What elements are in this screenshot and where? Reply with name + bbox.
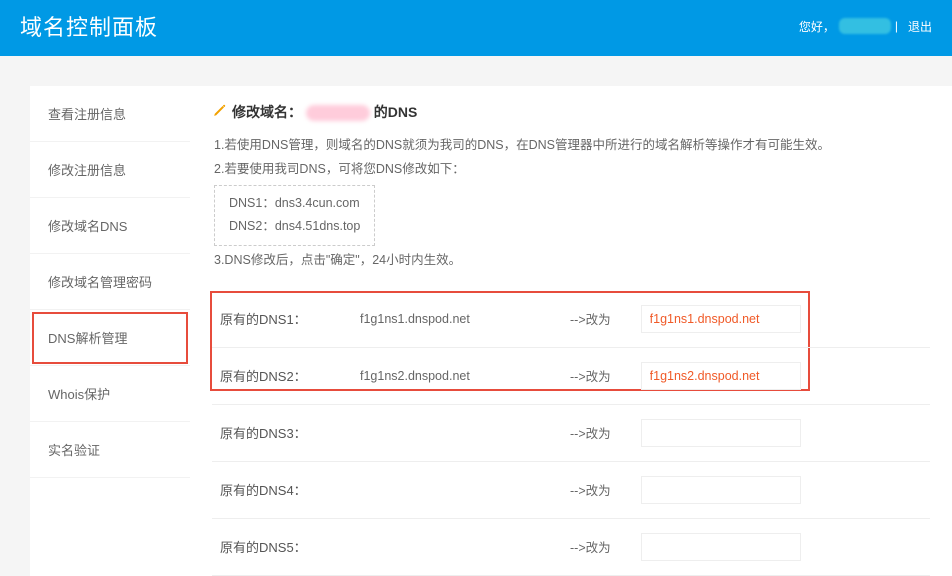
content-title: 修改域名： 的DNS	[232, 102, 417, 122]
pencil-icon	[212, 104, 226, 121]
dns4-label: 原有的DNS4：	[220, 480, 330, 499]
dns2-arrow: -->改为	[570, 366, 611, 385]
divider: |	[895, 19, 898, 33]
dns2-suggest: DNS2：dns4.51dns.top	[229, 215, 360, 239]
dns-row-4: 原有的DNS4： -->改为	[212, 462, 930, 519]
dns1-old: f1g1ns1.dnspod.net	[360, 312, 540, 326]
dns2-old: f1g1ns2.dnspod.net	[360, 369, 540, 383]
sidebar: 查看注册信息 修改注册信息 修改域名DNS 修改域名管理密码 DNS解析管理 W…	[30, 86, 190, 576]
dns5-input[interactable]	[641, 533, 801, 561]
dns5-label: 原有的DNS5：	[220, 537, 330, 556]
dns1-input[interactable]	[641, 305, 801, 333]
title-prefix: 修改域名：	[232, 104, 302, 120]
header-bar: 域名控制面板 您好， | 退出	[0, 0, 952, 56]
content-panel: 修改域名： 的DNS 1.若使用DNS管理，则域名的DNS就须为我司的DNS，在…	[190, 86, 952, 576]
sidebar-item-edit-reg[interactable]: 修改注册信息	[30, 142, 190, 198]
dns1-suggest: DNS1：dns3.4cun.com	[229, 192, 360, 216]
dns5-arrow: -->改为	[570, 537, 611, 556]
dns-row-1: 原有的DNS1： f1g1ns1.dnspod.net -->改为	[212, 291, 930, 348]
dns4-arrow: -->改为	[570, 480, 611, 499]
user-name-blurred	[839, 18, 891, 34]
sidebar-item-view-reg[interactable]: 查看注册信息	[30, 86, 190, 142]
sidebar-item-edit-dns[interactable]: 修改域名DNS	[30, 198, 190, 254]
sidebar-item-edit-password[interactable]: 修改域名管理密码	[30, 254, 190, 310]
logout-link[interactable]: 退出	[908, 18, 932, 35]
header-right: 您好， | 退出	[799, 18, 932, 35]
title-suffix: 的DNS	[374, 104, 418, 120]
dns1-arrow: -->改为	[570, 309, 611, 328]
main-layout: 查看注册信息 修改注册信息 修改域名DNS 修改域名管理密码 DNS解析管理 W…	[0, 56, 952, 576]
dns1-label: 原有的DNS1：	[220, 309, 330, 328]
sidebar-item-dns-manage[interactable]: DNS解析管理	[30, 310, 190, 366]
instruction-1: 1.若使用DNS管理，则域名的DNS就须为我司的DNS，在DNS管理器中所进行的…	[214, 134, 930, 158]
domain-name-blurred	[306, 105, 370, 121]
dns3-arrow: -->改为	[570, 423, 611, 442]
instruction-2: 2.若要使用我司DNS，可将您DNS修改如下：	[214, 158, 930, 182]
dns-suggestion-box: DNS1：dns3.4cun.com DNS2：dns4.51dns.top	[214, 185, 375, 247]
sidebar-item-whois[interactable]: Whois保护	[30, 366, 190, 422]
dns2-input[interactable]	[641, 362, 801, 390]
sidebar-item-realname[interactable]: 实名验证	[30, 422, 190, 478]
dns-form: 原有的DNS1： f1g1ns1.dnspod.net -->改为 原有的DNS…	[212, 291, 930, 576]
content-title-row: 修改域名： 的DNS	[212, 102, 930, 122]
dns2-label: 原有的DNS2：	[220, 366, 330, 385]
instruction-3: 3.DNS修改后，点击"确定"，24小时内生效。	[214, 249, 930, 273]
greeting-text: 您好，	[799, 18, 835, 35]
dns-row-5: 原有的DNS5： -->改为	[212, 519, 930, 576]
dns3-input[interactable]	[641, 419, 801, 447]
dns-row-3: 原有的DNS3： -->改为	[212, 405, 930, 462]
dns-row-2: 原有的DNS2： f1g1ns2.dnspod.net -->改为	[212, 348, 930, 405]
dns3-label: 原有的DNS3：	[220, 423, 330, 442]
page-title: 域名控制面板	[20, 10, 158, 42]
